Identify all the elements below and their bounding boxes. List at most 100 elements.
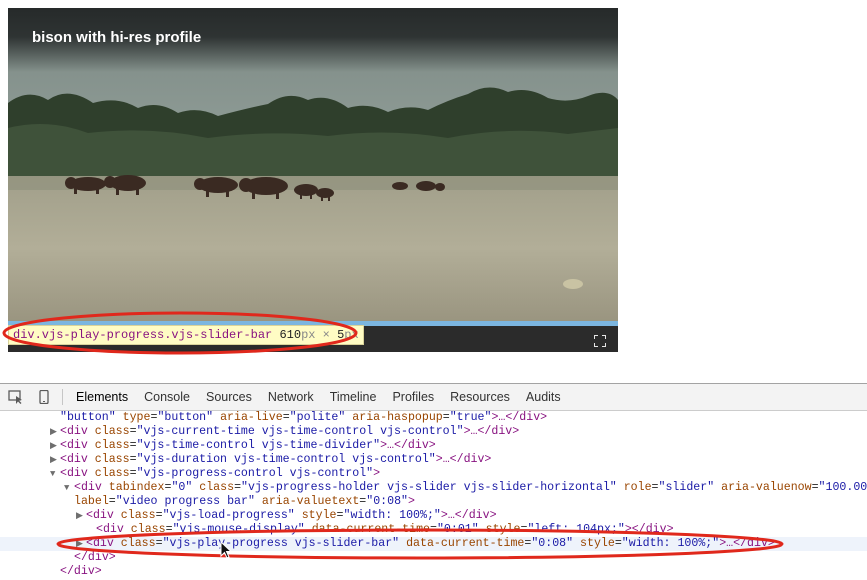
dom-token: ></div> (624, 523, 674, 536)
dom-token: "slider" (658, 481, 715, 494)
dom-token: >…</div> (719, 537, 775, 550)
dom-tree-line[interactable]: ▶ <div class="vjs-time-control vjs-time-d… (0, 439, 867, 453)
dom-token: "100.00" (818, 481, 867, 494)
dom-token: class (130, 523, 166, 536)
dom-token: >…</div> (380, 439, 436, 452)
dom-tree-line[interactable]: ▼ <div tabindex="0" class="vjs-progress-h… (0, 481, 867, 495)
dom-token: > (408, 495, 415, 508)
dom-token: type (115, 411, 151, 424)
dom-token: <div (60, 439, 95, 452)
tab-console[interactable]: Console (136, 384, 198, 410)
dom-token: = (282, 411, 290, 424)
dom-token: style (294, 509, 337, 522)
dom-token: "0:08" (366, 495, 409, 508)
dom-tree-line[interactable]: </div> (0, 565, 867, 579)
dom-token: "0:08" (531, 537, 574, 550)
tab-timeline[interactable]: Timeline (322, 384, 385, 410)
dom-token: "button" (60, 411, 116, 424)
dom-token: "vjs-duration vjs-time-control vjs-contr… (136, 453, 436, 466)
expand-triangle-icon[interactable]: ▶ (50, 439, 60, 453)
dom-token: class (94, 467, 130, 480)
dom-token: = (129, 453, 137, 466)
tooltip-unit: px (301, 328, 316, 342)
tab-audits[interactable]: Audits (518, 384, 569, 410)
dom-tree-line[interactable]: ▶ <div class="vjs-duration vjs-time-contr… (0, 453, 867, 467)
dom-token: <div (86, 537, 121, 550)
video-title: bison with hi-res profile (32, 29, 202, 46)
tooltip-width: 610 (279, 328, 302, 342)
dom-tree-line[interactable]: ▶ <div class="vjs-current-time vjs-time-c… (0, 425, 867, 439)
dom-tree-line[interactable]: </div> (0, 551, 867, 565)
title-bar: bison with hi-res profile (8, 8, 618, 72)
dom-token: "0:01" (436, 523, 479, 536)
dom-token: "width: 100%;" (621, 537, 720, 550)
dom-token: <div (74, 481, 109, 494)
dom-token: <div (60, 425, 95, 438)
dom-token: data-current-time (304, 523, 430, 536)
dom-token: = (811, 481, 819, 494)
tab-elements[interactable]: Elements (68, 384, 136, 410)
inspect-element-tooltip: div.vjs-play-progress.vjs-slider-bar 610… (8, 325, 364, 345)
dom-token: tabindex (108, 481, 165, 494)
tab-sources[interactable]: Sources (198, 384, 260, 410)
dom-token: class (120, 509, 156, 522)
dom-token: "true" (449, 411, 492, 424)
dom-token: = (155, 537, 163, 550)
dom-token: label (74, 495, 109, 508)
devtools-panel: Elements Console Sources Network Timeline Pro… (0, 383, 867, 580)
dom-token: aria-haspopup (345, 411, 443, 424)
expand-triangle-icon[interactable]: ▶ (50, 453, 60, 467)
dom-token: "vjs-mouse-display" (172, 523, 305, 536)
dom-token: </div> (74, 551, 116, 564)
dom-token: = (155, 509, 163, 522)
dom-token: = (430, 523, 437, 536)
collapse-triangle-icon[interactable]: ▼ (50, 467, 60, 481)
toolbar-divider (62, 389, 63, 405)
tab-resources[interactable]: Resources (442, 384, 518, 410)
inspect-element-icon[interactable] (8, 390, 24, 404)
dom-token: "vjs-time-control vjs-time-divider" (136, 439, 381, 452)
dom-tree-line[interactable]: ▶ <div class="vjs-load-progress" style="w… (0, 509, 867, 523)
dom-token: = (108, 495, 116, 508)
dom-tree-line[interactable]: "button" type="button" aria-live="polite… (0, 411, 867, 425)
dom-tree-line[interactable]: <div class="vjs-mouse-display" data-curr… (0, 523, 867, 537)
dom-token: "vjs-current-time vjs-time-control vjs-c… (136, 425, 464, 438)
dom-token: "left: 104px;" (527, 523, 625, 536)
expand-triangle-icon[interactable]: ▶ (76, 509, 86, 523)
dom-tree-line[interactable]: label="video progress bar" aria-valuetex… (0, 495, 867, 509)
dom-token: >…</div> (463, 425, 520, 438)
dom-token: "video progress bar" (115, 495, 255, 508)
dom-token: "vjs-play-progress vjs-slider-bar" (162, 537, 400, 550)
dom-token: = (442, 411, 450, 424)
expand-triangle-icon[interactable]: ▶ (50, 425, 60, 439)
expand-triangle-icon[interactable]: ▶ (76, 537, 86, 551)
dom-token: "vjs-load-progress" (162, 509, 295, 522)
dom-token: <div (86, 509, 121, 522)
tab-profiles[interactable]: Profiles (384, 384, 442, 410)
fullscreen-icon[interactable] (594, 335, 606, 347)
video-player[interactable]: bison with hi-res profile (8, 8, 618, 352)
dom-token: "0" (171, 481, 193, 494)
dom-token: aria-valuenow (714, 481, 812, 494)
device-mode-icon[interactable] (36, 390, 52, 404)
dom-token: <div (60, 453, 95, 466)
tooltip-selector: div.vjs-play-progress.vjs-slider-bar (13, 328, 273, 342)
tab-network[interactable]: Network (260, 384, 322, 410)
dom-token: "width: 100%;" (343, 509, 441, 522)
dom-token: <div (60, 467, 95, 480)
dom-token: >…</div> (440, 509, 497, 522)
elements-dom-tree[interactable]: "button" type="button" aria-live="polite… (0, 411, 867, 580)
dom-tree-line[interactable]: ▼ <div class="vjs-progress-control vjs-co… (0, 467, 867, 481)
dom-token: = (234, 481, 242, 494)
dom-token: aria-live (213, 411, 283, 424)
mouse-cursor-icon (220, 541, 232, 559)
dom-token: class (94, 453, 130, 466)
dom-token: class (94, 425, 130, 438)
dom-token: </div> (60, 565, 102, 578)
collapse-triangle-icon[interactable]: ▼ (64, 481, 74, 495)
devtools-toolbar: Elements Console Sources Network Timeline Pro… (0, 384, 867, 411)
dom-tree-line[interactable]: ▶ <div class="vjs-play-progress vjs-slide… (0, 537, 867, 551)
dom-token: = (129, 425, 137, 438)
dom-token: >…</div> (491, 411, 548, 424)
dom-token: = (129, 439, 137, 452)
